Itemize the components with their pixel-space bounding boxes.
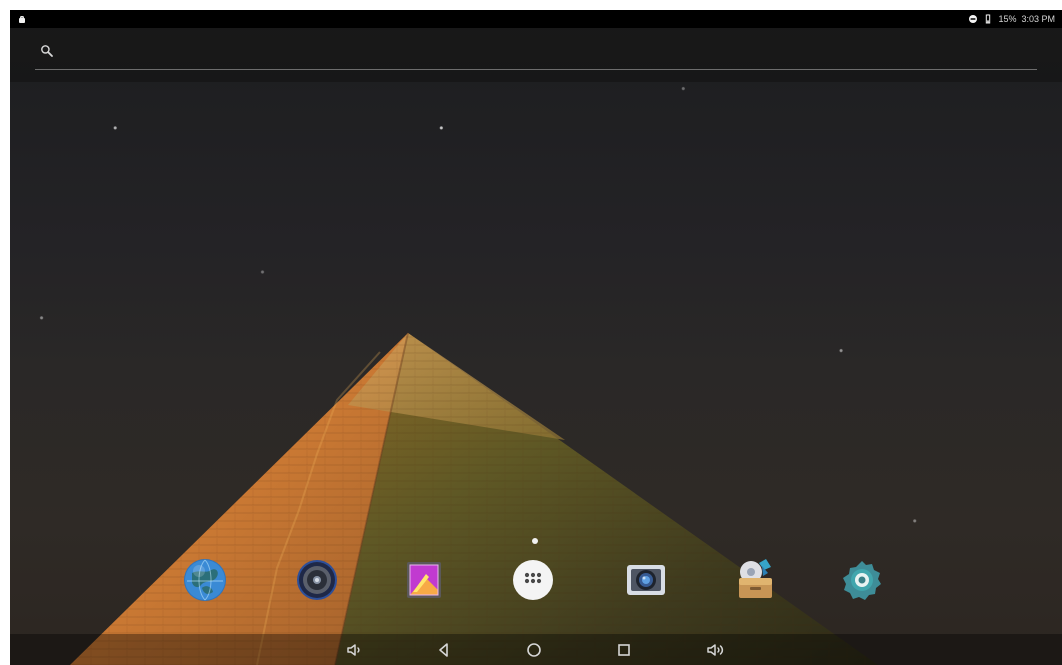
home-dock: [10, 552, 1062, 614]
app-drawer-icon[interactable]: [507, 554, 559, 606]
clock-time: 3:03 PM: [1021, 14, 1055, 24]
settings-gear-icon[interactable]: [836, 554, 888, 606]
camera-icon[interactable]: [620, 554, 672, 606]
back-icon[interactable]: [429, 636, 459, 664]
gallery-photo-icon[interactable]: [398, 554, 450, 606]
recents-icon[interactable]: [609, 636, 639, 664]
do-not-disturb-icon: [968, 14, 978, 24]
home-page-indicator: [532, 538, 538, 544]
android-home-screen: 15% 3:03 PM: [10, 10, 1062, 665]
file-manager-icon[interactable]: [729, 554, 781, 606]
search-input[interactable]: [35, 38, 1037, 70]
home-icon[interactable]: [519, 636, 549, 664]
battery-percentage: 15%: [998, 14, 1017, 24]
battery-icon: [983, 14, 993, 24]
volume-down-icon[interactable]: [339, 636, 369, 664]
browser-globe-icon[interactable]: [179, 554, 231, 606]
system-navigation-bar: [10, 634, 1062, 665]
android-robot-icon: [17, 14, 27, 24]
status-bar: 15% 3:03 PM: [10, 10, 1062, 28]
status-indicators: 15% 3:03 PM: [968, 10, 1055, 28]
volume-up-icon[interactable]: [700, 636, 730, 664]
google-search-panel: [10, 28, 1062, 82]
music-speaker-icon[interactable]: [291, 554, 343, 606]
search-icon: [40, 44, 54, 58]
